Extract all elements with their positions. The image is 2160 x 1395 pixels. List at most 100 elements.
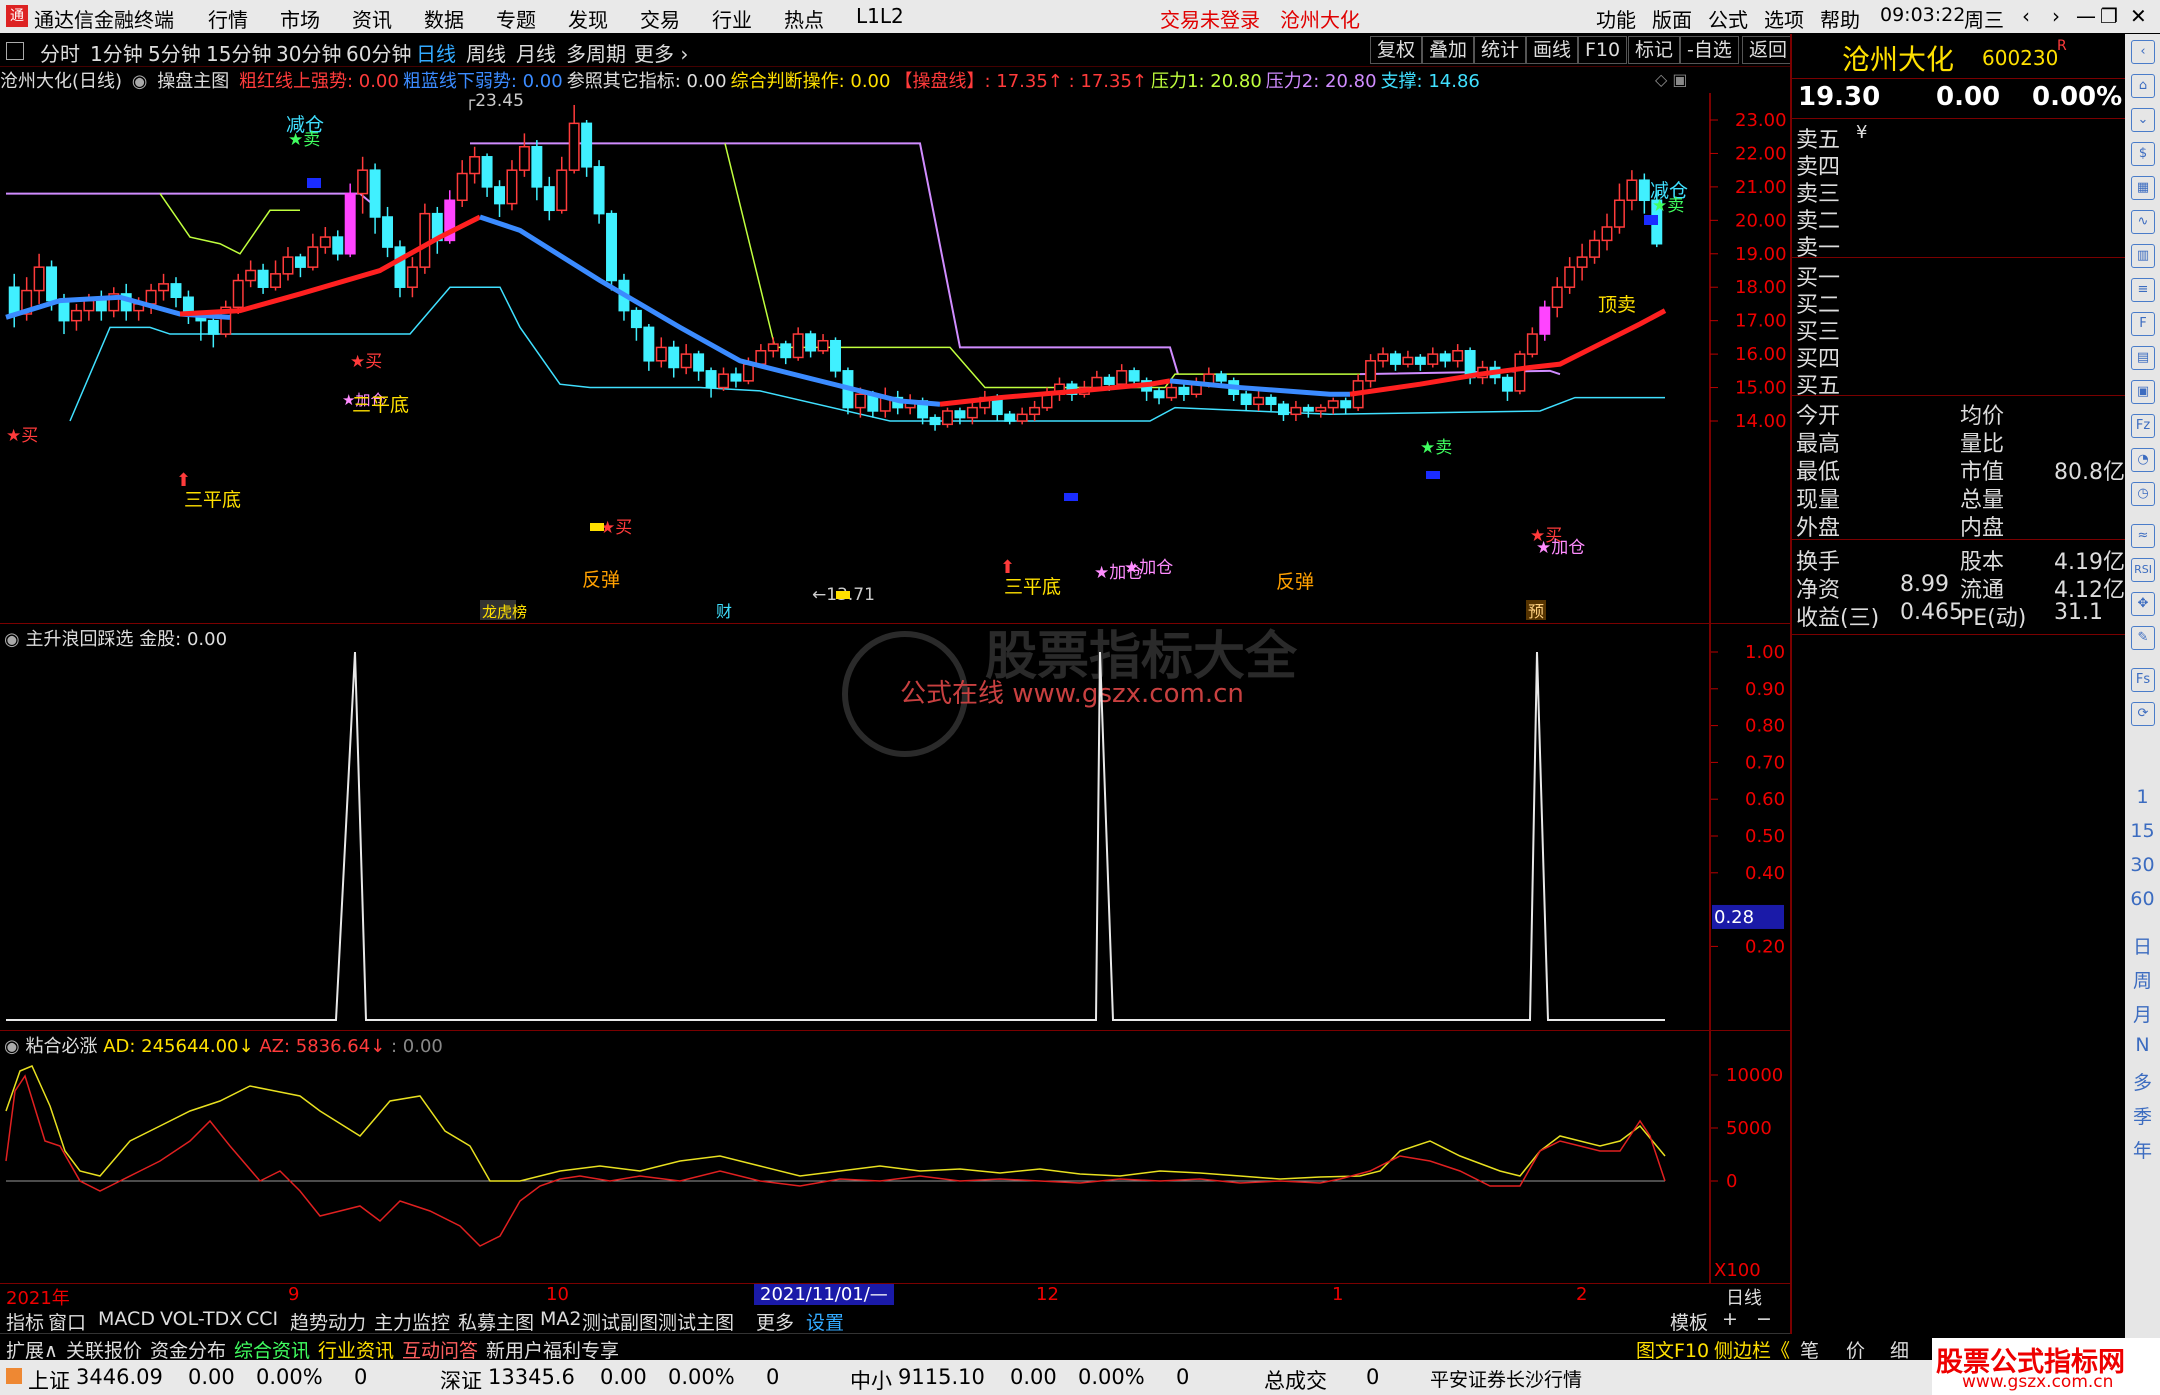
indicator-tab-12[interactable]: 设置 (806, 1308, 844, 1335)
sidebar-table-icon[interactable]: ▦ (2131, 176, 2155, 200)
sub-chart-converge[interactable]: 10000 5000 0 X100 (0, 1031, 1790, 1283)
extension-tab-6[interactable]: 新用户福利专享 (486, 1336, 619, 1363)
menu-discover[interactable]: 发现 (568, 4, 608, 33)
menu-formula[interactable]: 公式 (1708, 4, 1748, 33)
sidebar-period-5[interactable]: 周 (2125, 966, 2160, 993)
indicator-chevron-icon[interactable]: ◉ (132, 71, 148, 92)
sidebar-period-2[interactable]: 30 (2125, 854, 2160, 876)
login-status[interactable]: 交易未登录 (1160, 4, 1260, 33)
sidebar-period-10[interactable]: 年 (2125, 1136, 2160, 1163)
menu-news[interactable]: 资讯 (352, 4, 392, 33)
menu-topics[interactable]: 专题 (496, 4, 536, 33)
sidebar-back-icon[interactable]: ‹ (2131, 40, 2155, 64)
sidebar-period-1[interactable]: 15 (2125, 820, 2160, 842)
sidebar-period-4[interactable]: 日 (2125, 932, 2160, 959)
mark-button[interactable]: 标记 (1628, 36, 1681, 64)
period-1min[interactable]: 1分钟 (90, 38, 143, 67)
sidebar-refresh-icon[interactable]: ⟳ (2131, 702, 2155, 726)
side-tab-0[interactable]: 图文F10 (1636, 1336, 1709, 1363)
period-30min[interactable]: 30分钟 (276, 38, 341, 67)
minimize-icon[interactable]: — (2076, 4, 2096, 28)
period-monthly[interactable]: 月线 (516, 38, 556, 67)
sidebar-period-9[interactable]: 季 (2125, 1102, 2160, 1129)
remove-indicator-button[interactable]: − (1756, 1308, 1772, 1330)
menu-layout[interactable]: 版面 (1652, 4, 1692, 33)
menu-l1l2[interactable]: L1L2 (856, 4, 904, 28)
indicator-tab-7[interactable]: 私募主图 (458, 1308, 534, 1335)
sidebar-quote-icon[interactable]: $ (2131, 142, 2155, 166)
event-marker-dragon[interactable]: 龙虎榜 (482, 603, 527, 621)
f10-button[interactable]: F10 (1578, 36, 1628, 64)
sidebar-period-7[interactable]: N (2125, 1034, 2160, 1056)
menu-market[interactable]: 市场 (280, 4, 320, 33)
period-more[interactable]: 更多 › (634, 38, 688, 67)
sidebar-move-icon[interactable]: ✥ (2131, 592, 2155, 616)
event-marker-finance[interactable]: 财 (716, 602, 732, 621)
period-60min[interactable]: 60分钟 (346, 38, 411, 67)
sidebar-line-chart-icon[interactable]: ∿ (2131, 210, 2155, 234)
sidebar-doc-icon[interactable]: ▤ (2131, 346, 2155, 370)
return-button[interactable]: 返回 (1742, 36, 1795, 64)
indicator-tab-2[interactable]: MACD (98, 1308, 155, 1330)
index-name[interactable]: 上证 (28, 1365, 70, 1395)
sidebar-period-8[interactable]: 多 (2125, 1068, 2160, 1095)
indicator-tab-3[interactable]: VOL-TDX (160, 1308, 242, 1330)
adjust-button[interactable]: 复权 (1370, 36, 1423, 64)
side-tab-4[interactable]: 细 (1890, 1336, 1909, 1363)
indicator-name[interactable]: 操盘主图 (157, 71, 229, 92)
sidebar-fz-icon[interactable]: Fz (2131, 414, 2155, 438)
extension-tab-4[interactable]: 行业资讯 (318, 1336, 394, 1363)
side-tab-2[interactable]: 笔 (1800, 1336, 1819, 1363)
maximize-icon[interactable]: ❐ (2100, 4, 2118, 28)
layout-toggle-icon[interactable] (6, 42, 24, 60)
sidebar-up-icon[interactable]: ⌂ (2131, 74, 2155, 98)
remove-favorite-button[interactable]: -自选 (1680, 36, 1739, 64)
draw-button[interactable]: 画线 (1526, 36, 1579, 64)
period-15min[interactable]: 15分钟 (206, 38, 271, 67)
period-daily[interactable]: 日线 (416, 38, 456, 67)
sidebar-pen-icon[interactable]: ✎ (2131, 626, 2155, 650)
sidebar-down-icon[interactable]: ⌄ (2131, 108, 2155, 132)
sidebar-period-3[interactable]: 60 (2125, 888, 2160, 910)
extension-tab-2[interactable]: 资金分布 (150, 1336, 226, 1363)
sidebar-wave-icon[interactable]: ≈ (2131, 524, 2155, 548)
index-name[interactable]: 深证 (440, 1365, 482, 1395)
indicator-tab-8[interactable]: MA2 (540, 1308, 581, 1330)
sidebar-news-icon[interactable]: ≡ (2131, 278, 2155, 302)
price-chart[interactable]: 减仓★卖★买三平底⬆★买★加仓三平底┌23.45★买反弹←13.71三平底⬆★加… (0, 93, 1790, 623)
period-timeshare[interactable]: 分时 (40, 38, 80, 67)
extension-tab-3[interactable]: 综合资讯 (234, 1336, 310, 1363)
indicator-tab-10[interactable]: 测试主图 (658, 1308, 734, 1335)
menu-help[interactable]: 帮助 (1820, 4, 1860, 33)
menu-trade[interactable]: 交易 (640, 4, 680, 33)
menu-hot[interactable]: 热点 (784, 4, 824, 33)
side-tab-3[interactable]: 价 (1846, 1336, 1865, 1363)
sidebar-report-icon[interactable]: ▣ (2131, 380, 2155, 404)
menu-function[interactable]: 功能 (1596, 4, 1636, 33)
extension-tab-0[interactable]: 扩展∧ (6, 1336, 58, 1363)
stats-button[interactable]: 统计 (1474, 36, 1527, 64)
index-name[interactable]: 中小 (850, 1365, 892, 1395)
indicator-tab-0[interactable]: 指标 (6, 1308, 44, 1335)
menu-data[interactable]: 数据 (424, 4, 464, 33)
sidebar-period-0[interactable]: 1 (2125, 786, 2160, 808)
extension-tab-1[interactable]: 关联报价 (66, 1336, 142, 1363)
extension-tab-5[interactable]: 互动问答 (402, 1336, 478, 1363)
indicator-tab-6[interactable]: 主力监控 (374, 1308, 450, 1335)
menu-quotes[interactable]: 行情 (208, 4, 248, 33)
sidebar-fs-icon[interactable]: Fs (2131, 668, 2155, 692)
indicator-tab-9[interactable]: 测试副图 (582, 1308, 658, 1335)
sidebar-clock-icon[interactable]: ◷ (2131, 482, 2155, 506)
chart-settings-icon[interactable]: ◇ ▣ (1655, 70, 1688, 89)
forward-arrow-icon[interactable]: › (2052, 4, 2060, 28)
indicator-tab-1[interactable]: 窗口 (48, 1308, 86, 1335)
sidebar-fund-icon[interactable]: ◔ (2131, 448, 2155, 472)
menu-industry[interactable]: 行业 (712, 4, 752, 33)
indicator-tab-5[interactable]: 趋势动力 (290, 1308, 366, 1335)
back-arrow-icon[interactable]: ‹ (2022, 4, 2030, 28)
indicator-tab-4[interactable]: CCI (246, 1308, 278, 1330)
close-icon[interactable]: ✕ (2130, 4, 2147, 28)
add-indicator-button[interactable]: + (1722, 1308, 1738, 1330)
sidebar-kline-icon[interactable]: ▥ (2131, 244, 2155, 268)
side-tab-1[interactable]: 侧边栏《 (1714, 1336, 1790, 1363)
